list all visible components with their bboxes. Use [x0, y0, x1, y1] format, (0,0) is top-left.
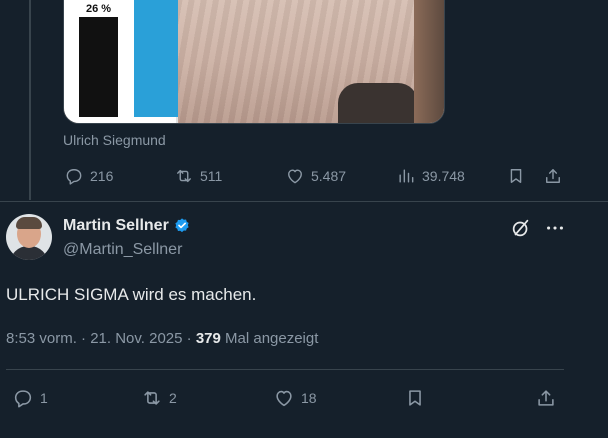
tweet-action-bar: 1 2 18 — [0, 387, 608, 411]
author-display-name: Martin Sellner — [63, 217, 169, 234]
reply-count: 216 — [90, 168, 114, 184]
avatar-body — [10, 246, 48, 260]
previous-tweet-action-bar: 216 511 5.487 39.748 — [0, 166, 608, 190]
view-count: 39.748 — [422, 168, 465, 184]
author-handle[interactable]: @Martin_Sellner — [63, 241, 182, 259]
share-button[interactable] — [535, 387, 557, 409]
more-icon[interactable] — [544, 217, 566, 239]
tweet-view-count: 379 — [195, 330, 221, 347]
bookmark-button[interactable] — [506, 166, 526, 186]
reply-count: 1 — [40, 390, 48, 406]
tweet-action-divider — [6, 369, 564, 370]
poll-bar-chart-inset: 26 % — [64, 0, 178, 123]
tweet-media-image[interactable]: 26 % — [63, 0, 445, 124]
like-icon — [276, 390, 292, 407]
repost-icon — [144, 391, 160, 405]
like-button[interactable]: 18 — [273, 387, 317, 409]
photo-detail — [338, 83, 418, 123]
reply-button[interactable]: 1 — [12, 387, 48, 409]
reply-icon — [14, 390, 32, 408]
author-name-row[interactable]: Martin Sellner — [63, 217, 191, 235]
tweet-divider — [0, 201, 608, 202]
grok-icon[interactable] — [510, 217, 532, 239]
bookmark-button[interactable] — [404, 387, 426, 409]
bar-black — [79, 17, 118, 117]
repost-button[interactable]: 2 — [141, 387, 177, 409]
bookmark-icon — [409, 390, 421, 406]
like-icon — [288, 169, 302, 184]
bookmark-icon — [510, 169, 522, 183]
reply-button[interactable]: 216 — [64, 166, 113, 186]
like-button[interactable]: 5.487 — [285, 166, 346, 186]
share-icon — [546, 169, 560, 183]
share-button[interactable] — [543, 166, 563, 186]
verified-badge-icon — [175, 218, 189, 233]
like-count: 18 — [301, 390, 317, 406]
photo-detail — [414, 0, 444, 123]
share-icon — [538, 390, 554, 406]
tweet-text: ULRICH SIGMA wird es machen. — [6, 285, 257, 304]
repost-icon — [177, 169, 191, 183]
repost-count: 511 — [200, 168, 223, 184]
tweet-metadata: 8:53 vorm. · 21. Nov. 2025 · 379 Mal ang… — [6, 330, 318, 347]
like-count: 5.487 — [311, 168, 347, 184]
repost-count: 2 — [169, 390, 177, 406]
views-icon — [399, 169, 414, 183]
avatar-hair — [16, 217, 42, 229]
avatar[interactable] — [6, 214, 52, 260]
tweet-view-suffix: Mal angezeigt — [220, 330, 319, 347]
tweet-timestamp[interactable]: 8:53 vorm. · 21. Nov. 2025 · — [6, 330, 196, 347]
bar-blue — [134, 0, 178, 117]
repost-button[interactable]: 511 — [174, 166, 222, 186]
views-button[interactable]: 39.748 — [396, 166, 465, 186]
media-caption: Ulrich Siegmund — [63, 132, 166, 148]
reply-icon — [66, 169, 82, 185]
bar-percent-label: 26 % — [86, 3, 112, 15]
tweet-thread-view: 26 % Ulrich Siegmund 216 511 5.487 39.74… — [0, 0, 608, 438]
